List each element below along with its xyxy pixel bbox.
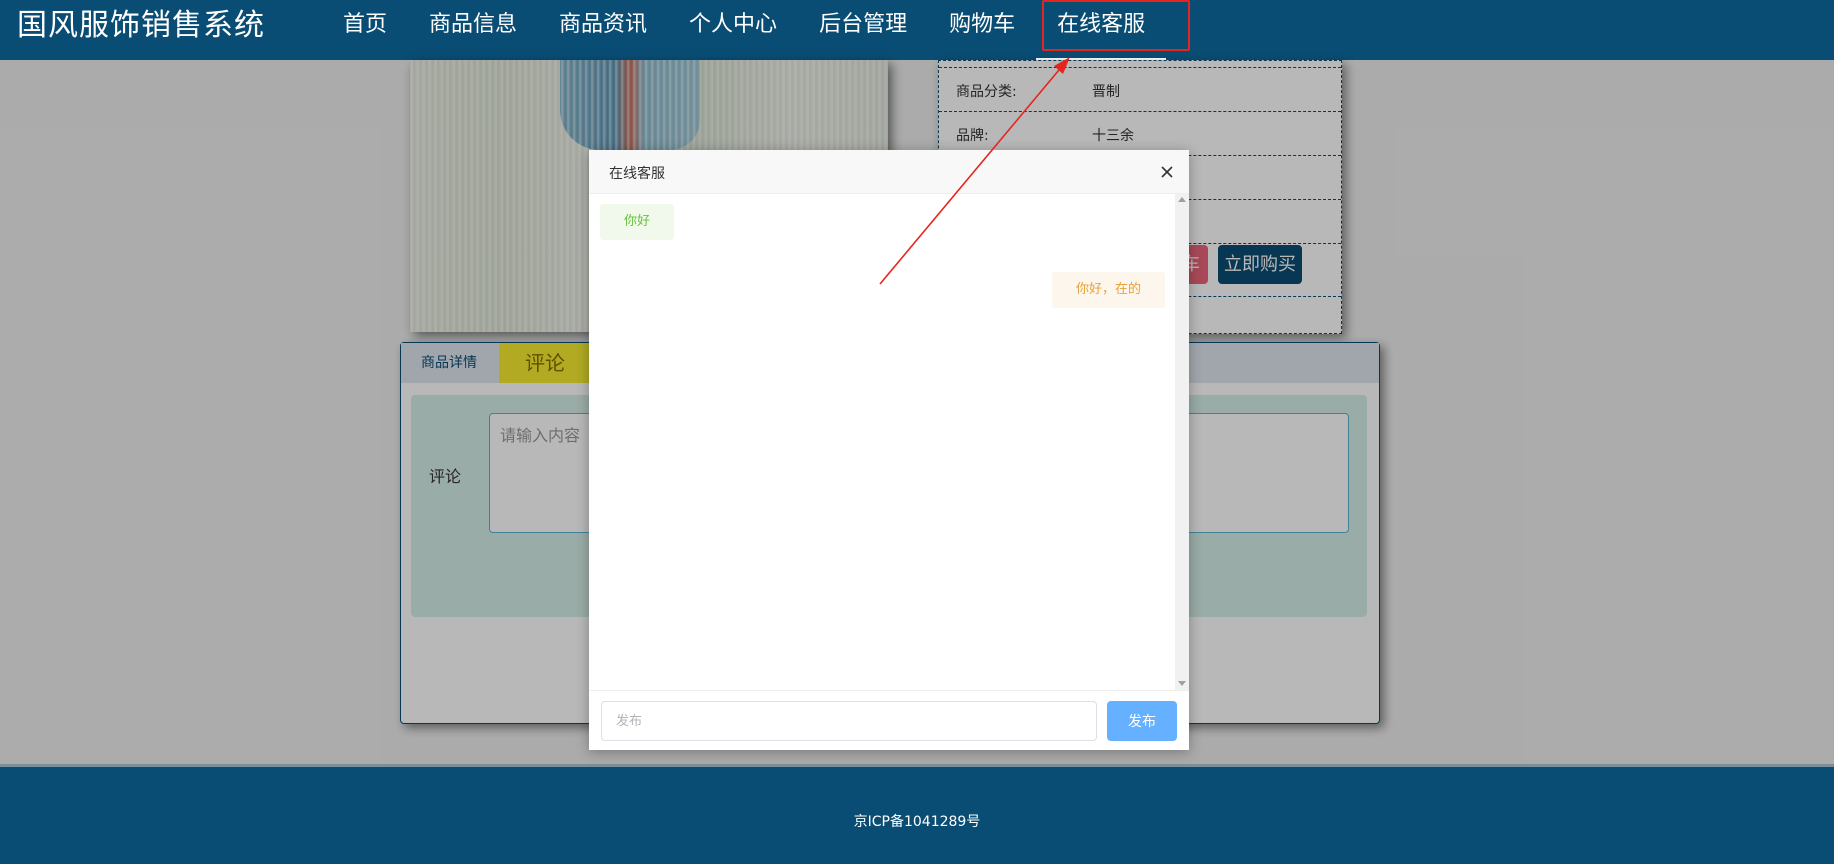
annotation-arrow-line: [879, 63, 1065, 285]
annotation-arrow: [879, 57, 1070, 285]
annotation-arrow-head: [1054, 57, 1070, 74]
